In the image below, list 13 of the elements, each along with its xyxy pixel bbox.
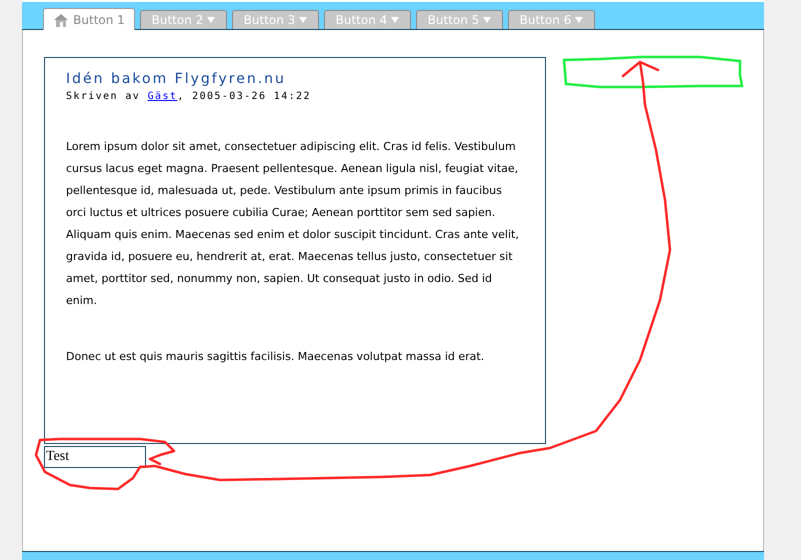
article-paragraph: Donec ut est quis mauris sagittis facilisis. Maecenas volutpat massa id erat. <box>66 349 486 365</box>
article-title: Idén bakom Flygfyren.nu <box>66 70 287 88</box>
text-field[interactable]: Test <box>44 446 146 468</box>
caret-icon <box>391 17 400 23</box>
nav-tab[interactable]: Button 1 <box>43 8 135 30</box>
article-byline: Skriven av Gäst, 2005-03-26 14:22 <box>66 91 312 102</box>
caret-icon <box>299 17 308 23</box>
house-icon <box>53 12 70 26</box>
caret-icon <box>483 17 492 23</box>
caret-icon <box>575 17 584 23</box>
caret-icon <box>207 17 216 23</box>
author-link[interactable]: Gäst <box>148 91 178 102</box>
article-paragraph: Lorem ipsum dolor sit amet, consectetuer adipiscing elit. Cras id felis. Vestibulum cursus lacus eget magna. Praesent pellentesque. Aenean ligula nisl, feugiat vitae, pellentesque id, malesuada ut, pede. Vestibulum ante ipsum primis in faucibus orci luctus et ultrices posuere cubilia Curae; Aenean porttitor sem sed sapien. Aliquam quis enim. Maecenas sed enim et dolor suscipit tincidunt. Cras ante velit, gravida id, posuere eu, hendrerit at, erat. Maecenas tellus justo, consectetuer sit amet, porttitor sed, nonummy non, sapien. Ut consequat justo in odio. Sed id enim. <box>66 139 520 309</box>
